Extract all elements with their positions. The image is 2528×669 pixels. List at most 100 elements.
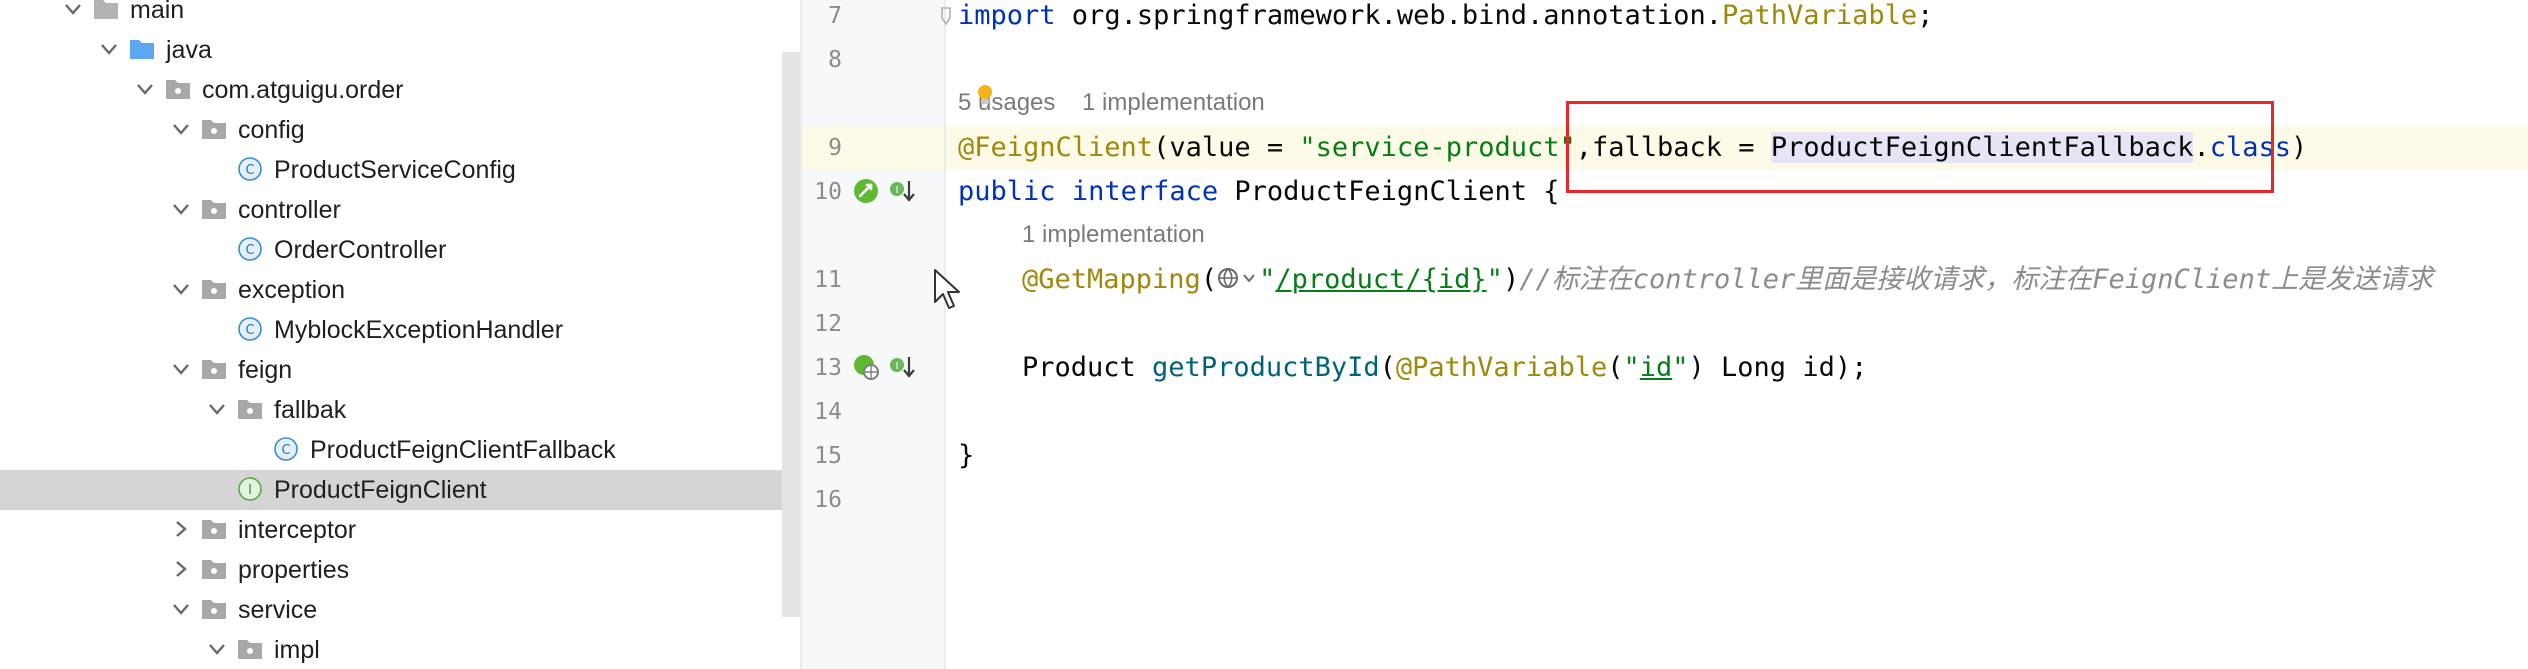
tree-item[interactable]: interceptor (0, 510, 782, 550)
class-icon: C (236, 236, 264, 262)
class-icon: C (236, 316, 264, 342)
usages-hint[interactable]: 5 usages (958, 88, 1055, 118)
package-icon (200, 116, 228, 142)
code-line-7[interactable]: import org.springframework.web.bind.anno… (958, 0, 1933, 33)
tree-item[interactable]: controller (0, 190, 782, 230)
package-icon (200, 356, 228, 382)
keyword: public (958, 176, 1056, 207)
web-client-gutter-icon[interactable] (852, 177, 880, 205)
tree-item-label: java (166, 36, 212, 64)
svg-text:C: C (281, 443, 290, 458)
line-number: 12 (814, 311, 842, 337)
code-line-15[interactable]: } (958, 439, 974, 473)
tree-item-label: MyblockExceptionHandler (274, 316, 564, 344)
code-text: ( (1379, 352, 1396, 383)
chevron-right-icon[interactable] (170, 518, 192, 540)
line-number: 9 (828, 135, 842, 161)
string-literal: " (1672, 352, 1689, 383)
tree-item[interactable]: com.atguigu.order (0, 70, 782, 110)
interface-name: ProductFeignClient { (1218, 176, 1560, 207)
tree-item[interactable]: impl (0, 630, 782, 669)
tree-item[interactable]: C ProductServiceConfig (0, 150, 782, 190)
annotation: @FeignClient (958, 132, 1154, 163)
tree-item[interactable]: I ProductFeignClient (0, 470, 782, 510)
annotation: @GetMapping (1022, 264, 1201, 295)
tree-item-label: feign (238, 356, 293, 384)
tree-item[interactable]: main (0, 0, 782, 30)
string-literal: " (1259, 264, 1276, 295)
code-line-11[interactable]: @GetMapping("/product/{id}")//标注在control… (1022, 263, 2433, 297)
package-icon (200, 196, 228, 222)
tree-item-label: ProductFeignClient (274, 476, 487, 504)
line-number: 11 (814, 267, 842, 293)
code-text: ) (1502, 264, 1520, 295)
chevron-down-icon[interactable] (134, 78, 156, 100)
package-icon (236, 636, 264, 662)
fold-marker-icon[interactable] (940, 6, 952, 26)
tree-item[interactable]: feign (0, 350, 782, 390)
implementations-hint[interactable]: 1 implementation (1022, 220, 1205, 250)
code-comment: //标注在controller里面是接收请求，标注在FeignClient上是发… (1519, 264, 2434, 295)
line-number: 13 (814, 355, 842, 381)
class-icon: C (272, 436, 300, 462)
tree-item[interactable]: service (0, 590, 782, 630)
svg-text:I: I (248, 483, 252, 498)
code-line-10[interactable]: public interface ProductFeignClient { (958, 175, 1560, 209)
tree-item[interactable]: C OrderController (0, 230, 782, 270)
package-icon (200, 276, 228, 302)
url-path[interactable]: /product/{id} (1275, 264, 1486, 295)
tree-item-label: service (238, 596, 318, 624)
chevron-down-icon[interactable] (98, 38, 120, 60)
package-icon (200, 556, 228, 582)
globe-icon[interactable] (1217, 265, 1259, 291)
project-tree-scrollbar[interactable] (782, 52, 800, 617)
package-icon (200, 516, 228, 542)
web-request-gutter-icon[interactable] (852, 353, 880, 381)
annotation-highlight-box (1566, 101, 2274, 193)
semicolon: ; (1917, 0, 1934, 31)
tree-item-label: exception (238, 276, 346, 304)
tree-item[interactable]: config (0, 110, 782, 150)
tree-item[interactable]: C MyblockExceptionHandler (0, 310, 782, 350)
chevron-right-icon[interactable] (170, 558, 192, 580)
tree-item-label: properties (238, 556, 350, 584)
lightbulb-icon[interactable] (975, 84, 995, 106)
interface-icon: I (236, 476, 264, 502)
code-line-13[interactable]: Product getProductById(@PathVariable("id… (1022, 351, 1867, 385)
method-name: getProductById (1152, 352, 1380, 383)
chevron-down-icon[interactable] (206, 638, 228, 660)
implementations-hint[interactable]: 1 implementation (1082, 88, 1265, 118)
project-tree: main java com.atguigu.order config C ProductS… (0, 0, 782, 669)
chevron-down-icon[interactable] (170, 118, 192, 140)
tree-item[interactable]: java (0, 30, 782, 70)
annotation: @PathVariable (1395, 352, 1608, 383)
tree-item-label: controller (238, 196, 341, 224)
code-text: ) (2291, 132, 2308, 163)
tree-item[interactable]: C ProductFeignClientFallback (0, 430, 782, 470)
chevron-down-icon[interactable] (206, 398, 228, 420)
tree-item[interactable]: fallbak (0, 390, 782, 430)
keyword: interface (1071, 176, 1219, 207)
chevron-down-icon[interactable] (170, 358, 192, 380)
source-folder-icon (128, 36, 156, 62)
line-number: 15 (814, 443, 842, 469)
tree-item-label: ProductFeignClientFallback (310, 436, 616, 464)
mouse-cursor-icon (932, 268, 964, 312)
code-text: ( (1607, 352, 1624, 383)
imported-class: PathVariable (1722, 0, 1918, 31)
implemented-by-gutter-icon[interactable]: I (888, 177, 916, 205)
svg-text:I: I (896, 185, 899, 196)
tree-item[interactable]: properties (0, 550, 782, 590)
chevron-down-icon[interactable] (62, 0, 84, 20)
chevron-down-icon[interactable] (170, 198, 192, 220)
class-icon: C (236, 156, 264, 182)
implemented-by-gutter-icon[interactable]: I (888, 353, 916, 381)
tree-item-label: fallbak (274, 396, 347, 424)
tree-item-label: OrderController (274, 236, 447, 264)
svg-text:C: C (245, 163, 254, 178)
tree-item[interactable]: exception (0, 270, 782, 310)
package-icon (164, 76, 192, 102)
line-number: 14 (814, 399, 842, 425)
chevron-down-icon[interactable] (170, 598, 192, 620)
chevron-down-icon[interactable] (170, 278, 192, 300)
